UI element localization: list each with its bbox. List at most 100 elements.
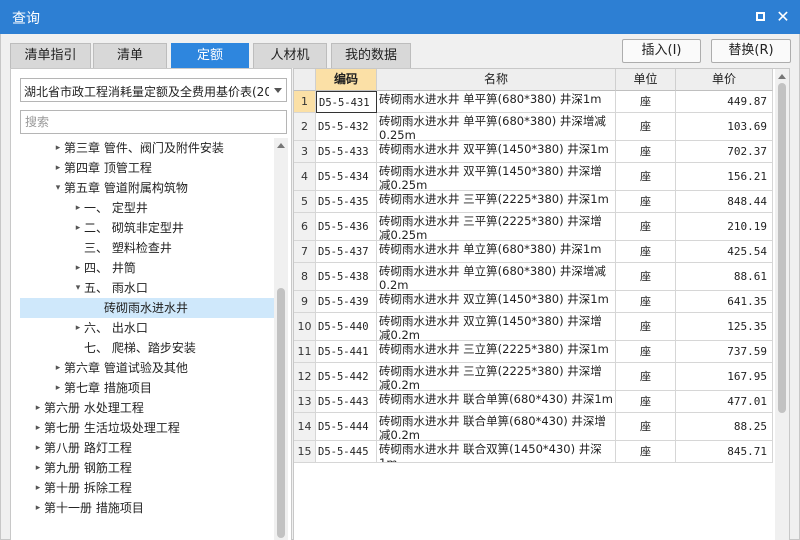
row-number[interactable]: 1	[294, 91, 316, 113]
expand-icon[interactable]: ▸	[33, 418, 43, 438]
cell-unit[interactable]: 座	[616, 241, 676, 263]
cell-price[interactable]: 88.25	[676, 413, 773, 441]
row-number[interactable]: 4	[294, 163, 316, 191]
library-select[interactable]: 湖北省市政工程消耗量定额及全费用基价表(20	[20, 78, 287, 102]
tree-item[interactable]: ▸ 第八册 路灯工程	[20, 438, 274, 458]
tab-list-guide[interactable]: 清单指引	[10, 43, 91, 68]
collapse-icon[interactable]: ▾	[73, 278, 83, 298]
cell-name[interactable]: 砖砌雨水进水井 单平箅(680*380) 井深增减0.25m	[377, 113, 616, 141]
tree-item[interactable]: ▸ 第十一册 措施项目	[20, 498, 274, 518]
row-number[interactable]: 14	[294, 413, 316, 441]
cell-price[interactable]: 125.35	[676, 313, 773, 341]
tree-scrollbar[interactable]	[274, 138, 288, 540]
expand-icon[interactable]: ▸	[73, 218, 83, 238]
row-number[interactable]: 6	[294, 213, 316, 241]
cell-price[interactable]: 848.44	[676, 191, 773, 213]
tree-item[interactable]: ▸ 第六册 水处理工程	[20, 398, 274, 418]
cell-code[interactable]: D5-5-444	[316, 413, 377, 441]
cell-unit[interactable]: 座	[616, 263, 676, 291]
tree-item[interactable]: ▸ 第六章 管道试验及其他	[20, 358, 274, 378]
expand-icon[interactable]: ▸	[53, 138, 63, 158]
row-number[interactable]: 11	[294, 341, 316, 363]
cell-price[interactable]: 88.61	[676, 263, 773, 291]
cell-unit[interactable]: 座	[616, 91, 676, 113]
tree-item[interactable]: ▸ 第三章 管件、阀门及附件安装	[20, 138, 274, 158]
cell-name[interactable]: 砖砌雨水进水井 三平箅(2225*380) 井深1m	[377, 191, 616, 213]
tab-my-data[interactable]: 我的数据	[331, 43, 411, 68]
search-input[interactable]	[20, 110, 287, 134]
cell-code[interactable]: D5-5-435	[316, 191, 377, 213]
cell-price[interactable]: 156.21	[676, 163, 773, 191]
cell-name[interactable]: 砖砌雨水进水井 双立箅(1450*380) 井深增减0.2m	[377, 313, 616, 341]
cell-unit[interactable]: 座	[616, 313, 676, 341]
row-number[interactable]: 8	[294, 263, 316, 291]
tree-item[interactable]: ▸ 第九册 钢筋工程	[20, 458, 274, 478]
cell-price[interactable]: 641.35	[676, 291, 773, 313]
cell-unit[interactable]: 座	[616, 341, 676, 363]
cell-code[interactable]: D5-5-436	[316, 213, 377, 241]
cell-unit[interactable]: 座	[616, 363, 676, 391]
cell-code[interactable]: D5-5-434	[316, 163, 377, 191]
cell-code[interactable]: D5-5-441	[316, 341, 377, 363]
tree-item[interactable]: ▸ 第七章 措施项目	[20, 378, 274, 398]
cell-name[interactable]: 砖砌雨水进水井 单平箅(680*380) 井深1m	[377, 91, 616, 113]
row-number[interactable]: 9	[294, 291, 316, 313]
scroll-up-icon[interactable]	[778, 74, 786, 79]
cell-unit[interactable]: 座	[616, 191, 676, 213]
cell-unit[interactable]: 座	[616, 441, 676, 463]
close-icon[interactable]: ✕	[775, 9, 791, 25]
cell-unit[interactable]: 座	[616, 141, 676, 163]
cell-price[interactable]: 702.37	[676, 141, 773, 163]
cell-price[interactable]: 449.87	[676, 91, 773, 113]
expand-icon[interactable]: ▸	[73, 198, 83, 218]
collapse-icon[interactable]: ▾	[53, 178, 63, 198]
grid-scrollbar[interactable]	[775, 69, 789, 540]
cell-name[interactable]: 砖砌雨水进水井 三立箅(2225*380) 井深增减0.2m	[377, 363, 616, 391]
row-number[interactable]: 10	[294, 313, 316, 341]
column-header-code[interactable]: 编码	[316, 69, 377, 91]
row-number[interactable]: 5	[294, 191, 316, 213]
row-number[interactable]: 15	[294, 441, 316, 463]
cell-code[interactable]: D5-5-437	[316, 241, 377, 263]
scroll-up-icon[interactable]	[277, 143, 285, 148]
row-number[interactable]: 12	[294, 363, 316, 391]
cell-price[interactable]: 477.01	[676, 391, 773, 413]
maximize-icon[interactable]	[752, 9, 768, 25]
tree-item[interactable]: 三、 塑料检查井	[20, 238, 274, 258]
cell-unit[interactable]: 座	[616, 391, 676, 413]
replace-button[interactable]: 替换(R)	[711, 39, 791, 63]
cell-code[interactable]: D5-5-438	[316, 263, 377, 291]
cell-code[interactable]: D5-5-433	[316, 141, 377, 163]
expand-icon[interactable]: ▸	[33, 458, 43, 478]
tree-item[interactable]: ▸ 二、 砌筑非定型井	[20, 218, 274, 238]
row-number[interactable]: 2	[294, 113, 316, 141]
tree-item[interactable]: ▸ 第四章 顶管工程	[20, 158, 274, 178]
expand-icon[interactable]: ▸	[33, 438, 43, 458]
expand-icon[interactable]: ▸	[53, 358, 63, 378]
cell-code[interactable]: D5-5-443	[316, 391, 377, 413]
cell-code[interactable]: D5-5-439	[316, 291, 377, 313]
cell-name[interactable]: 砖砌雨水进水井 单立箅(680*380) 井深1m	[377, 241, 616, 263]
expand-icon[interactable]: ▸	[33, 398, 43, 418]
cell-name[interactable]: 砖砌雨水进水井 联合双箅(1450*430) 井深1m	[377, 441, 616, 463]
cell-name[interactable]: 砖砌雨水进水井 联合单箅(680*430) 井深增减0.2m	[377, 413, 616, 441]
cell-unit[interactable]: 座	[616, 413, 676, 441]
cell-price[interactable]: 167.95	[676, 363, 773, 391]
cell-name[interactable]: 砖砌雨水进水井 三立箅(2225*380) 井深1m	[377, 341, 616, 363]
expand-icon[interactable]: ▸	[33, 498, 43, 518]
expand-icon[interactable]: ▸	[53, 158, 63, 178]
cell-name[interactable]: 砖砌雨水进水井 单立箅(680*380) 井深增减0.2m	[377, 263, 616, 291]
tree-item[interactable]: ▸ 四、 井筒	[20, 258, 274, 278]
row-number[interactable]: 13	[294, 391, 316, 413]
tree-item[interactable]: 七、 爬梯、踏步安装	[20, 338, 274, 358]
cell-name[interactable]: 砖砌雨水进水井 双平箅(1450*380) 井深增减0.25m	[377, 163, 616, 191]
column-header-unit[interactable]: 单位	[616, 69, 676, 91]
cell-code[interactable]: D5-5-442	[316, 363, 377, 391]
tree-item[interactable]: ▾ 五、 雨水口	[20, 278, 274, 298]
cell-price[interactable]: 845.71	[676, 441, 773, 463]
column-header-price[interactable]: 单价	[676, 69, 773, 91]
insert-button[interactable]: 插入(I)	[622, 39, 701, 63]
tree-item[interactable]: ▸ 一、 定型井	[20, 198, 274, 218]
cell-name[interactable]: 砖砌雨水进水井 双立箅(1450*380) 井深1m	[377, 291, 616, 313]
cell-name[interactable]: 砖砌雨水进水井 双平箅(1450*380) 井深1m	[377, 141, 616, 163]
